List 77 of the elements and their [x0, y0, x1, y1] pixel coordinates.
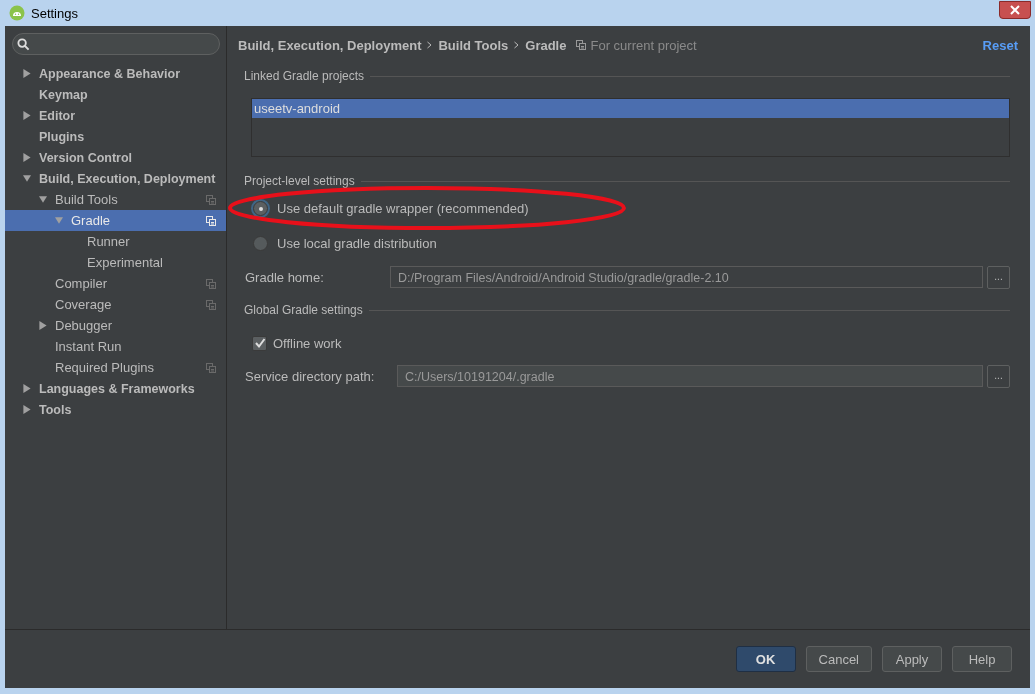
window-title: Settings: [31, 5, 79, 21]
reset-link[interactable]: Reset: [982, 37, 1018, 53]
tree-item-label: Build, Execution, Deployment: [39, 171, 216, 186]
tree-item-label: Keymap: [39, 87, 89, 102]
section-title: Global Gradle settings: [244, 303, 363, 317]
tree-item[interactable]: Experimental: [5, 252, 226, 273]
chevron-icon: [514, 41, 520, 49]
tree-item[interactable]: Appearance & Behavior: [5, 63, 226, 84]
tree-item[interactable]: Required Plugins: [5, 357, 226, 378]
tree-item[interactable]: Debugger: [5, 315, 226, 336]
field-label: Service directory path:: [245, 368, 376, 384]
tree-item-label: Languages & Frameworks: [39, 381, 196, 396]
tree-item-label: Plugins: [39, 129, 86, 144]
radio-label: Use local gradle distribution: [277, 236, 437, 251]
dialog-button[interactable]: Cancel: [805, 646, 872, 672]
browse-button[interactable]: ...: [987, 265, 1010, 289]
tree-item-label: Experimental: [87, 255, 164, 270]
tree-item[interactable]: Editor: [5, 105, 226, 126]
dialog-button[interactable]: Apply: [882, 646, 942, 672]
dialog-button[interactable]: OK: [735, 646, 796, 672]
breadcrumb[interactable]: Build, Execution, Deployment: [238, 37, 422, 53]
tree-item[interactable]: Build, Execution, Deployment: [5, 168, 226, 189]
breadcrumb[interactable]: Gradle: [525, 37, 567, 53]
collapsed-arrow-icon: [23, 405, 31, 414]
tree-item[interactable]: Coverage: [5, 294, 226, 315]
tree-item-label: Coverage: [55, 297, 113, 312]
tree-item-label: Runner: [87, 234, 131, 249]
collapsed-arrow-icon: [23, 69, 31, 78]
breadcrumb[interactable]: Build Tools: [438, 37, 509, 53]
tree-item[interactable]: Plugins: [5, 126, 226, 147]
tree-item-label: Debugger: [55, 318, 114, 333]
tree-item-label: Version Control: [39, 150, 134, 165]
tree-item[interactable]: Version Control: [5, 147, 226, 168]
close-button[interactable]: [999, 1, 1031, 19]
chevron-icon: [427, 41, 433, 49]
close-icon: [1010, 5, 1020, 15]
tree-item[interactable]: Tools: [5, 399, 226, 420]
collapsed-arrow-icon: [23, 111, 31, 120]
expanded-arrow-icon: [39, 195, 47, 204]
tree-item[interactable]: Keymap: [5, 84, 226, 105]
collapsed-arrow-icon: [23, 384, 31, 393]
tree-item[interactable]: Runner: [5, 231, 226, 252]
search-icon: [17, 37, 30, 51]
field-label: Gradle home:: [245, 269, 325, 285]
search-field[interactable]: [12, 33, 220, 55]
tree-item-label: Appearance & Behavior: [39, 66, 182, 81]
tree-item-label: Instant Run: [55, 339, 123, 354]
path-field[interactable]: C:/Users/10191204/.gradle: [397, 365, 983, 387]
tree-item[interactable]: Instant Run: [5, 336, 226, 357]
checkbox[interactable]: [252, 335, 267, 351]
android-head-icon: [9, 5, 25, 21]
tree-item[interactable]: Languages & Frameworks: [5, 378, 226, 399]
path-field[interactable]: D:/Program Files/Android/Android Studio/gradle/gradle-2.10: [390, 266, 983, 288]
collapsed-arrow-icon: [23, 153, 31, 162]
tree-item-label: Compiler: [55, 276, 108, 291]
radio-button[interactable]: [253, 236, 268, 251]
section-title: Linked Gradle projects: [244, 69, 365, 83]
copy-icon: [576, 40, 587, 50]
scope-note: For current project: [590, 37, 697, 53]
tree-item-label: Required Plugins: [55, 360, 155, 375]
tree-item-label: Gradle: [71, 213, 112, 228]
section-title: Project-level settings: [244, 174, 355, 188]
tree-item[interactable]: Gradle: [5, 210, 226, 231]
tree-item-label: Editor: [39, 108, 77, 123]
expanded-arrow-icon: [55, 216, 63, 225]
checkbox-label: Offline work: [273, 335, 342, 351]
tree-item-label: Build Tools: [55, 192, 119, 207]
browse-button[interactable]: ...: [987, 364, 1010, 388]
radio-button[interactable]: [253, 201, 268, 216]
tree-item-label: Tools: [39, 402, 73, 417]
project-list-item[interactable]: useetv-android: [252, 99, 1009, 118]
radio-label: Use default gradle wrapper (recommended): [277, 201, 529, 216]
collapsed-arrow-icon: [39, 321, 47, 330]
dialog-button[interactable]: Help: [952, 646, 1012, 672]
tree-item[interactable]: Compiler: [5, 273, 226, 294]
expanded-arrow-icon: [23, 174, 31, 183]
tree-item[interactable]: Build Tools: [5, 189, 226, 210]
